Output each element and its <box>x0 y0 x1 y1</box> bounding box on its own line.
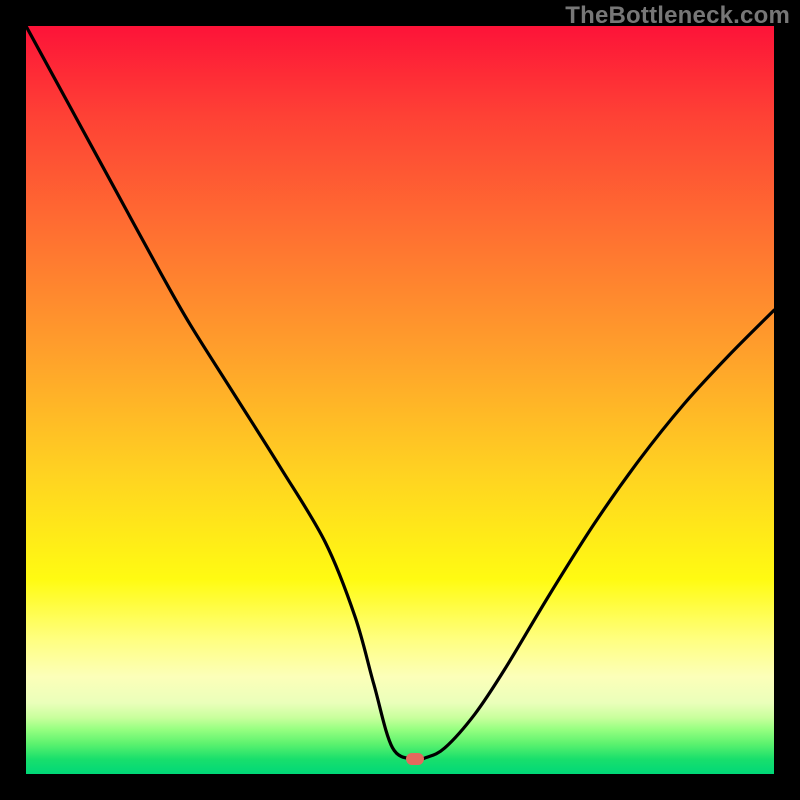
plot-area <box>26 26 774 774</box>
chart-frame: TheBottleneck.com <box>0 0 800 800</box>
optimum-marker <box>406 753 424 765</box>
bottleneck-curve <box>26 26 774 774</box>
watermark-text: TheBottleneck.com <box>565 2 790 30</box>
